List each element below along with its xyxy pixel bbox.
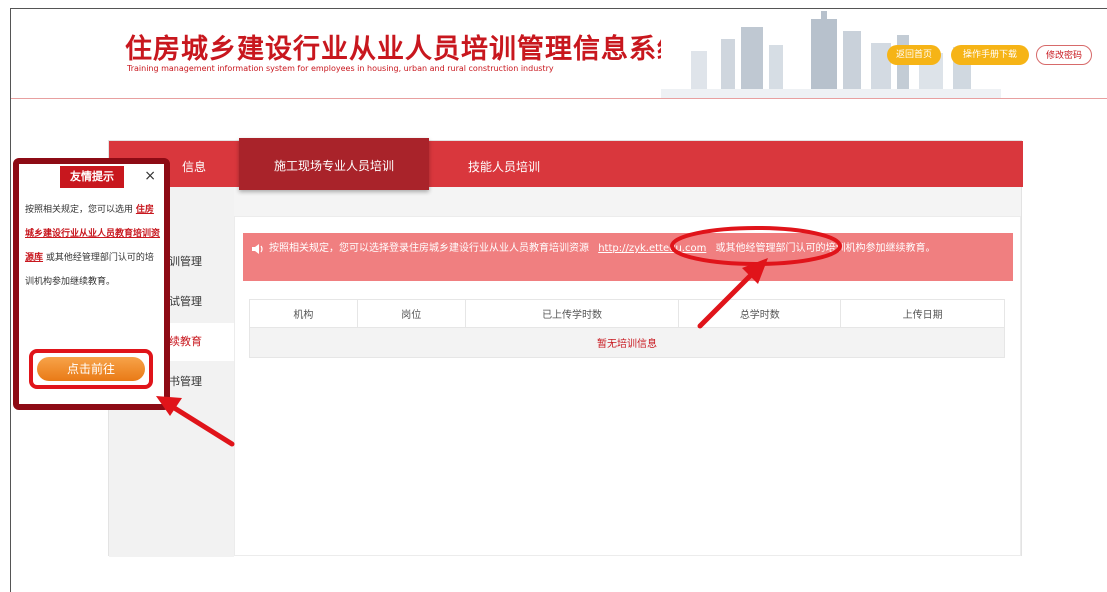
empty-table-message: 暂无培训信息 — [249, 327, 1005, 358]
table-row: 暂无培训信息 — [249, 327, 1005, 358]
page-frame: 住房城乡建设行业从业人员培训管理信息系统 Training management… — [10, 8, 1107, 592]
header: 住房城乡建设行业从业人员培训管理信息系统 Training management… — [11, 9, 1107, 99]
system-subtitle: Training management information system f… — [127, 64, 554, 73]
column-header-position: 岗位 — [356, 299, 466, 328]
manual-download-button[interactable]: 操作手册下载 — [951, 45, 1029, 65]
reminder-popup: 友情提示 × 按照相关规定，您可以选用 住房城乡建设行业从业人员教育培训资源库 … — [13, 158, 170, 410]
popup-text-before: 按照相关规定，您可以选用 — [25, 205, 134, 215]
popup-message: 按照相关规定，您可以选用 住房城乡建设行业从业人员教育培训资源库 或其他经管理部… — [25, 198, 161, 294]
popup-text-after: 或其他经管理部门认可的培训机构参加继续教育。 — [25, 253, 154, 287]
column-header-total-hours: 总学时数 — [678, 299, 842, 328]
tab-bar: 信息 施工现场专业人员培训 技能人员培训 — [109, 138, 1023, 190]
table-header-row: 机构 岗位 已上传学时数 总学时数 上传日期 — [249, 299, 1005, 328]
content-area: 按照相关规定，您可以选择登录住房城乡建设行业从业人员教育培训资源 http://… — [234, 216, 1021, 556]
system-title: 住房城乡建设行业从业人员培训管理信息系统 — [125, 34, 685, 65]
notice-text-after: 或其他经管理部门认可的培训机构参加继续教育。 — [715, 243, 936, 254]
column-header-institution: 机构 — [249, 299, 358, 328]
tab-skills-training[interactable]: 技能人员培训 — [449, 141, 559, 187]
go-button[interactable]: 点击前往 — [37, 357, 145, 381]
popup-title: 友情提示 — [60, 166, 124, 188]
go-button-highlight: 点击前往 — [29, 349, 153, 389]
speaker-icon — [252, 244, 263, 254]
tab-construction-site-training[interactable]: 施工现场专业人员培训 — [239, 138, 429, 190]
training-table: 机构 岗位 已上传学时数 总学时数 上传日期 暂无培训信息 — [249, 299, 1005, 358]
column-header-uploaded-hours: 已上传学时数 — [464, 299, 680, 328]
header-divider — [11, 98, 1107, 99]
notice-text-before: 按照相关规定，您可以选择登录住房城乡建设行业从业人员教育培训资源 — [269, 243, 589, 254]
main-panel: 信息 施工现场专业人员培训 技能人员培训 训管理 试管理 续教育 书管理 按照相… — [108, 138, 1023, 557]
change-password-button[interactable]: 修改密码 — [1036, 45, 1092, 65]
column-header-upload-date: 上传日期 — [840, 299, 1005, 328]
resource-link[interactable]: http://zyk.ettedu.com — [598, 243, 706, 254]
home-button[interactable]: 返回首页 — [887, 45, 941, 65]
notice-banner: 按照相关规定，您可以选择登录住房城乡建设行业从业人员教育培训资源 http://… — [243, 233, 1013, 281]
close-icon[interactable]: × — [144, 168, 156, 184]
skyline-illustration — [661, 9, 1001, 99]
